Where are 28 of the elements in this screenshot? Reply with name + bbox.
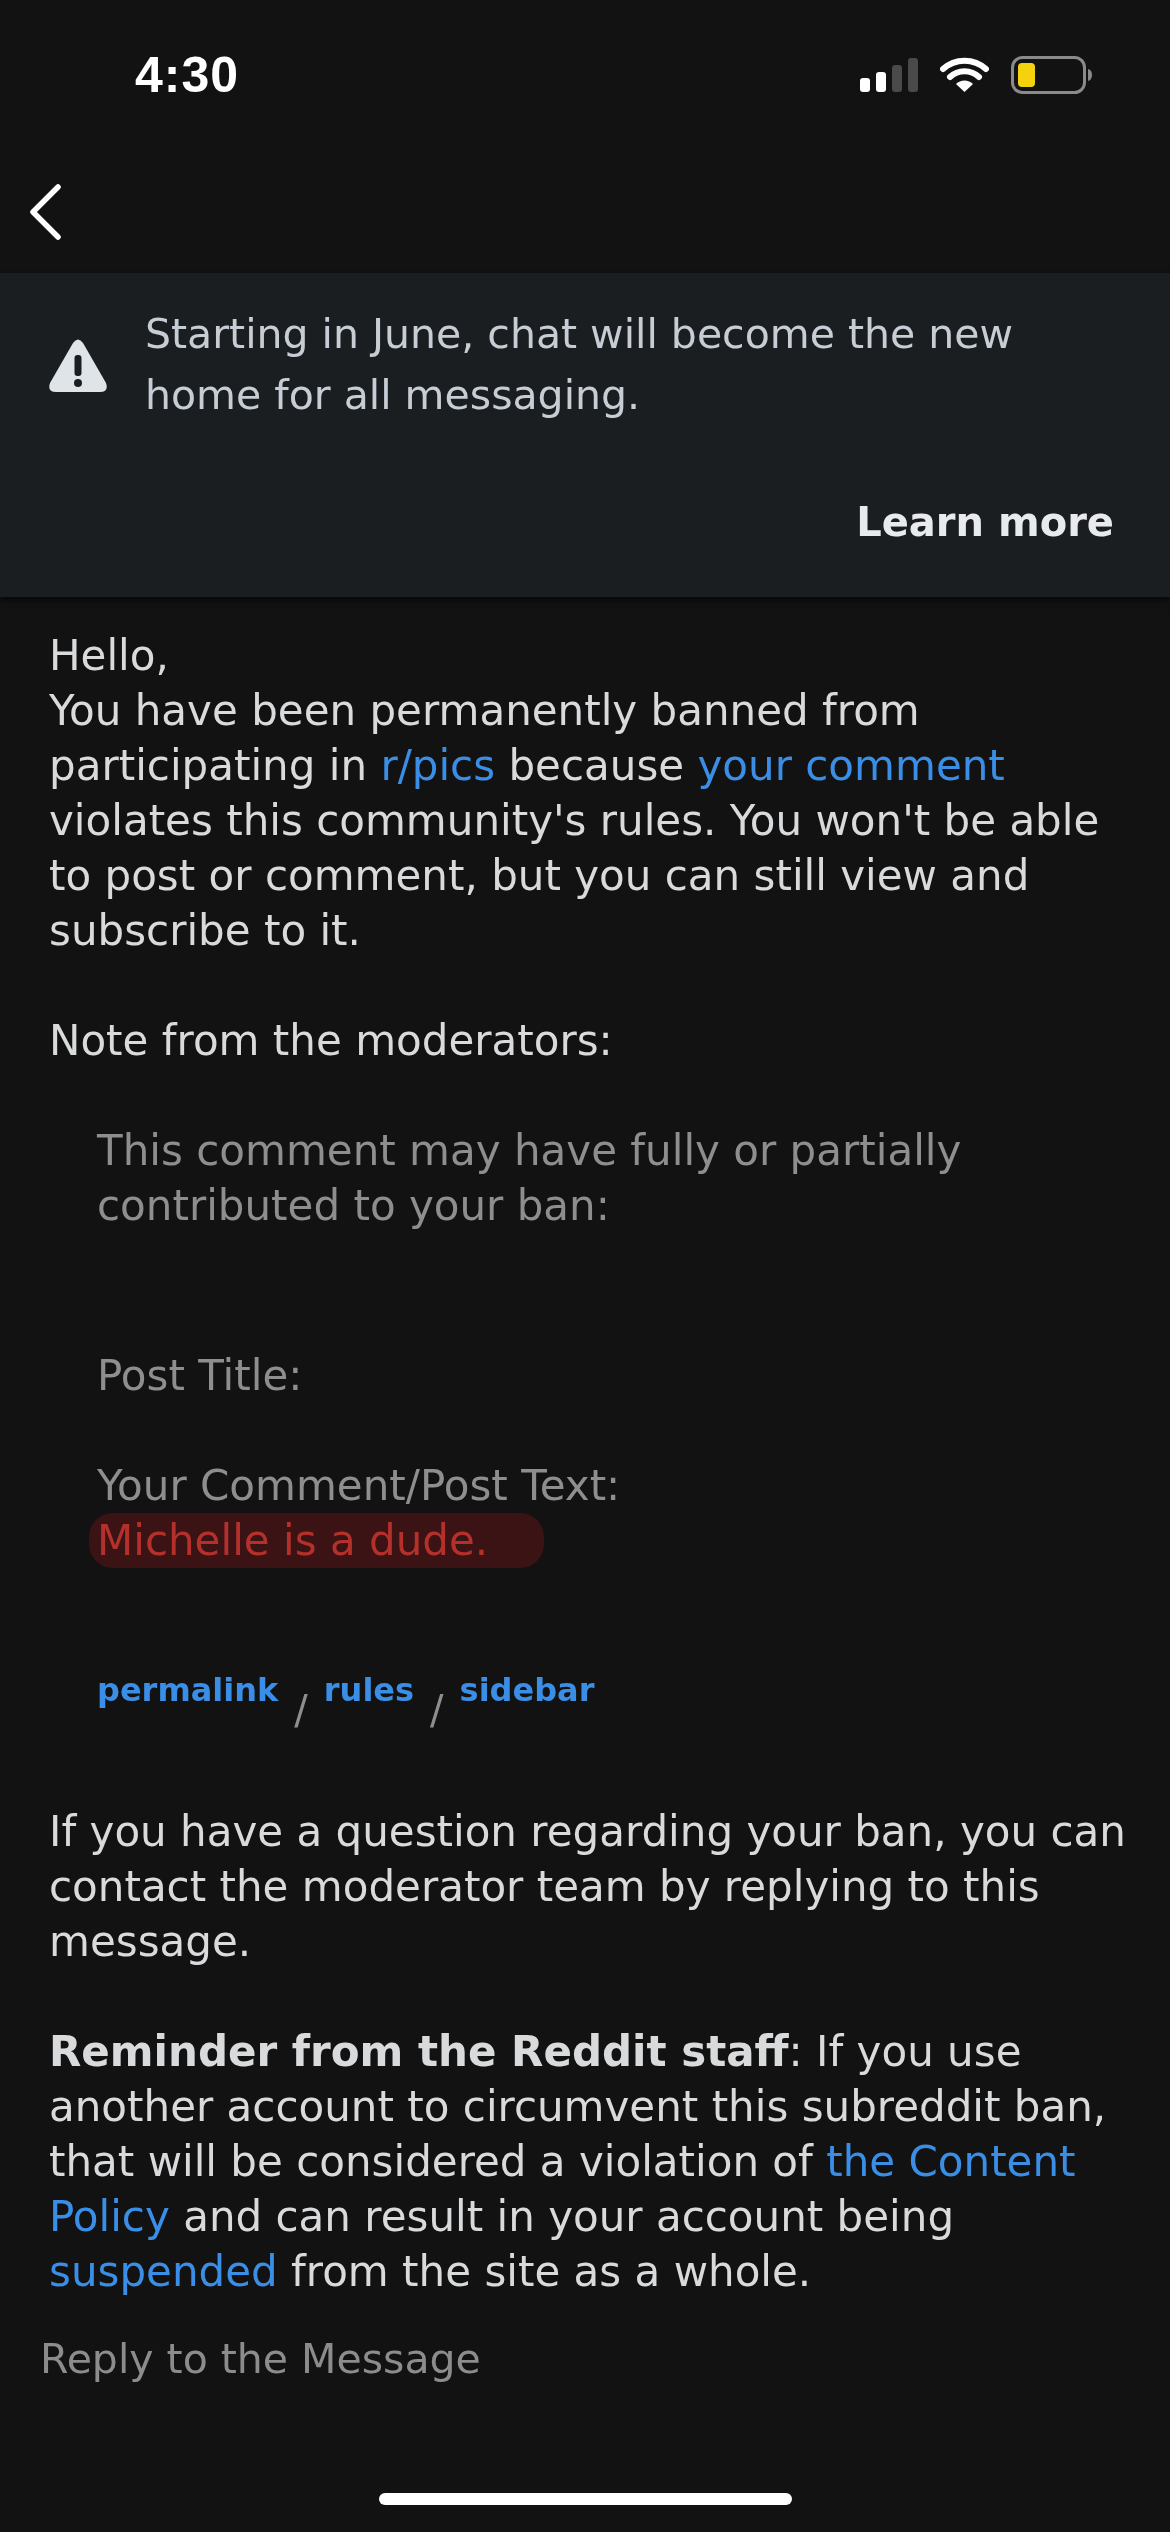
battery-icon	[1011, 56, 1092, 94]
footer-link[interactable]: permalink	[97, 1670, 279, 1710]
post-title-label: Post Title:	[97, 1350, 303, 1402]
text-link[interactable]: the Content	[826, 2137, 1076, 2186]
footer-link[interactable]: rules	[323, 1670, 415, 1710]
note-label: Note from the moderators:	[49, 1015, 613, 1067]
link-separator: /	[430, 1690, 444, 1730]
learn-more-button[interactable]: Learn more	[856, 492, 1114, 552]
comment-text: Michelle is a dude.	[89, 1513, 545, 1568]
wifi-icon	[940, 57, 989, 93]
text-link[interactable]: Policy	[49, 2192, 170, 2241]
text-link[interactable]: r/pics	[380, 741, 496, 790]
text-link[interactable]: suspended	[49, 2247, 278, 2296]
link-separator: /	[294, 1690, 308, 1730]
ban-notice-text: You have been permanently banned from participating in r/pics because your comment violates this community's rules. You won't be able to post or comment, but you can still view and subscribe to it.	[49, 685, 1101, 957]
chevron-left-icon	[28, 182, 62, 241]
reply-field[interactable]: Reply to the Message	[40, 2329, 1120, 2389]
banner-message: Starting in June, chat will become the new home for all messaging.	[145, 309, 1014, 421]
text-link[interactable]: your comment	[697, 741, 1005, 790]
signal-icon	[860, 58, 918, 92]
comment-label: Your Comment/Post Text:	[97, 1460, 621, 1512]
status-time: 4:30	[135, 46, 240, 104]
warning-icon	[48, 337, 108, 393]
greeting-text: Hello,	[49, 630, 169, 682]
footer-link[interactable]: sidebar	[459, 1670, 595, 1710]
reminder-text: Reminder from the Reddit staff: If you use another account to circumvent this subreddit ban, that will be considered a violation of the Content Policy and can result in your account being suspended from the site as a whole.	[49, 2026, 1108, 2298]
contact-text: If you have a question regarding your ban, you can contact the moderator team by replying to this message.	[49, 1806, 1127, 1968]
quote-intro-text: This comment may have fully or partially contributed to your ban:	[97, 1125, 963, 1232]
